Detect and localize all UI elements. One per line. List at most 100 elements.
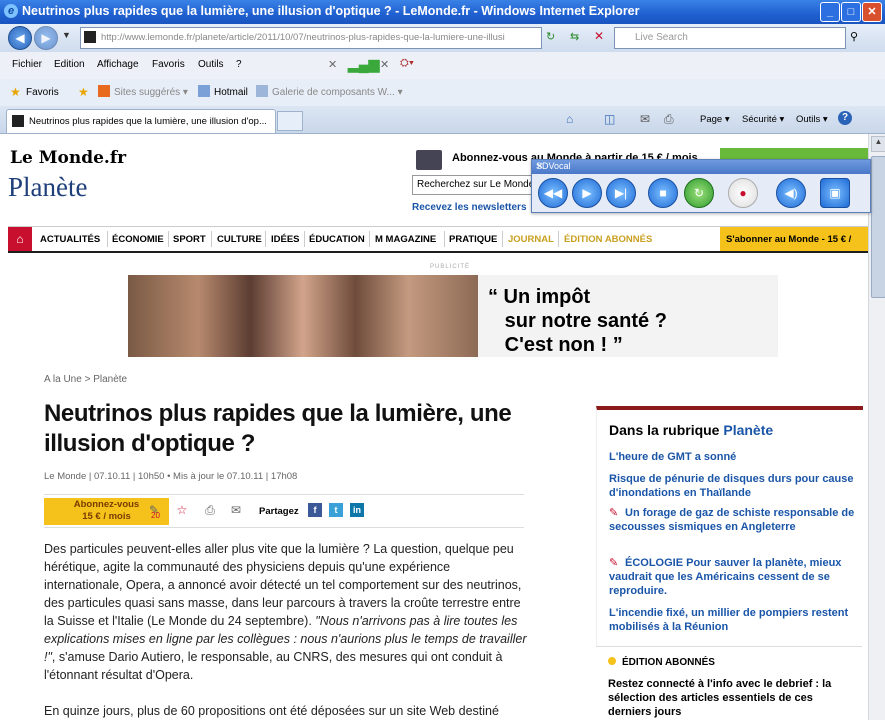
nav-separator — [369, 231, 370, 247]
breadcrumb[interactable]: A la Une > Planète — [44, 374, 127, 385]
nav-separator — [558, 231, 559, 247]
nav-separator — [444, 231, 445, 247]
tab-active[interactable]: Neutrinos plus rapides que la lumière, u… — [6, 109, 276, 133]
favorite-star-icon[interactable]: ☆ — [174, 503, 190, 519]
close-toolbar-icon-2[interactable]: ✕ — [380, 58, 389, 71]
nav-economie[interactable]: ÉCONOMIE — [112, 234, 164, 245]
article-toolbar: Abonnez-vous 15 € / mois ✎ 20 ☆ ⎙ ✉ Part… — [44, 494, 524, 528]
sidebar-link-3[interactable]: Un forage de gaz de schiste responsable … — [609, 506, 859, 534]
widget-close-button[interactable]: ✕ — [536, 161, 867, 172]
mail-icon[interactable]: ✉ — [640, 112, 650, 126]
close-toolbar-icon[interactable]: ✕ — [328, 58, 337, 71]
forward-button[interactable]: ▶ — [34, 26, 58, 50]
rewind-button[interactable]: ◀◀ — [538, 178, 568, 208]
refresh-icon[interactable]: ↻ — [546, 30, 555, 43]
home-nav-icon[interactable]: ⌂ — [8, 227, 32, 251]
abonnes-dot-icon — [608, 657, 616, 665]
url-field[interactable]: http://www.lemonde.fr/planete/article/20… — [80, 27, 542, 49]
search-icon[interactable]: ⚲ — [850, 30, 858, 43]
nav-education[interactable]: ÉDUCATION — [309, 234, 365, 245]
scroll-up-icon[interactable]: ▲ — [871, 136, 885, 152]
nav-edition-abonnes[interactable]: ÉDITION ABONNÉS — [564, 234, 652, 245]
gallery-link[interactable]: Galerie de composants W... ▾ — [272, 87, 403, 98]
sidebar-title: Dans la rubrique Planète — [609, 422, 773, 438]
ad-banner[interactable]: “ Un impôt sur notre santé ? C'est non !… — [128, 275, 778, 357]
menu-fichier[interactable]: Fichier — [12, 59, 42, 70]
back-button[interactable]: ◀ — [8, 26, 32, 50]
feeds-icon[interactable]: ◫ — [604, 112, 615, 126]
minimize-button[interactable]: _ — [820, 2, 840, 22]
url-text: http://www.lemonde.fr/planete/article/20… — [101, 32, 505, 43]
facebook-icon[interactable]: f — [308, 503, 322, 517]
close-button[interactable]: ✕ — [862, 2, 882, 22]
menu-outils[interactable]: Outils — [198, 59, 224, 70]
stop-button[interactable]: ■ — [648, 178, 678, 208]
favorites-button[interactable]: Favoris — [26, 87, 59, 98]
sdvocal-widget: SDVocal ✕ ◀◀ ▶ ▶| ■ ↻ ● ◀) ▣ — [531, 159, 871, 213]
ad-label: PUBLICITÉ — [430, 264, 471, 270]
sidebar-link-5[interactable]: L'incendie fixé, un millier de pompiers … — [609, 606, 859, 634]
subscribe-button[interactable]: S'abonner au Monde - 15 € / — [720, 227, 868, 251]
menu-help[interactable]: ? — [236, 59, 242, 70]
record-button[interactable]: ● — [728, 178, 758, 208]
nav-pratique[interactable]: PRATIQUE — [449, 234, 497, 245]
address-bar: ◀ ▶ ▼ http://www.lemonde.fr/planete/arti… — [0, 24, 885, 53]
read-selection-button[interactable]: ▶| — [606, 178, 636, 208]
nav-actualites[interactable]: ACTUALITÉS — [40, 234, 100, 245]
history-dropdown-icon[interactable]: ▼ — [62, 30, 71, 40]
tab-label: Neutrinos plus rapides que la lumière, u… — [29, 116, 267, 127]
menu-affichage[interactable]: Affichage — [97, 59, 139, 70]
menu-edition[interactable]: Edition — [54, 59, 85, 70]
menu-favoris[interactable]: Favoris — [152, 59, 185, 70]
scroll-thumb[interactable] — [871, 156, 885, 298]
nav-sport[interactable]: SPORT — [173, 234, 206, 245]
vertical-scrollbar[interactable]: ▲ — [868, 134, 885, 720]
hotmail-link[interactable]: Hotmail — [214, 87, 248, 98]
nav-idees[interactable]: IDÉES — [271, 234, 300, 245]
repeat-button[interactable]: ↻ — [684, 178, 714, 208]
sidebar-abonnes: ÉDITION ABONNÉS Restez connecté à l'info… — [596, 646, 862, 720]
sidebar-link-1[interactable]: L'heure de GMT a sonné — [609, 450, 859, 464]
lemonde-logo[interactable]: Le Monde.fr — [10, 148, 126, 168]
help-icon[interactable]: ? — [838, 111, 852, 125]
volume-button[interactable]: ◀) — [776, 178, 806, 208]
search-input[interactable]: Live Search — [614, 27, 846, 49]
settings-button[interactable]: ▣ — [820, 178, 850, 208]
email-article-icon[interactable]: ✉ — [228, 503, 244, 519]
new-tab-button[interactable] — [277, 111, 303, 131]
sidebar-link-4[interactable]: ÉCOLOGIE Pour sauver la planète, mieux v… — [609, 556, 859, 598]
tools-menu[interactable]: Outils ▾ — [796, 114, 828, 125]
newsletter-link[interactable]: Recevez les newsletters — [412, 202, 527, 213]
tab-favicon-icon — [12, 115, 24, 127]
favorites-bar: ★ Favoris ★ Sites suggérés ▾ Hotmail Gal… — [0, 79, 885, 107]
widget-header[interactable]: SDVocal ✕ — [532, 160, 870, 174]
nav-separator — [107, 231, 108, 247]
security-menu[interactable]: Sécurité ▾ — [742, 114, 784, 125]
add-favorite-icon[interactable]: ★ — [78, 85, 89, 99]
stop-icon[interactable]: ✕ — [594, 29, 604, 43]
abonnes-text[interactable]: Restez connecté à l'info avec le debrief… — [608, 677, 858, 719]
nav-culture[interactable]: CULTURE — [217, 234, 262, 245]
play-button[interactable]: ▶ — [572, 178, 602, 208]
home-icon[interactable]: ⌂ — [566, 112, 573, 126]
compat-icon[interactable]: ⇆ — [570, 30, 579, 43]
menu-bar: Fichier Edition Affichage Favoris Outils… — [0, 52, 885, 80]
comment-count: 20 — [151, 511, 160, 520]
linkedin-icon[interactable]: in — [350, 503, 364, 517]
window-title: Neutrinos plus rapides que la lumière, u… — [22, 4, 640, 18]
translate-icon[interactable]: ⛭▾ — [400, 57, 414, 70]
nav-journal[interactable]: JOURNAL — [508, 234, 554, 245]
sidebar-title-text: Dans la rubrique — [609, 422, 724, 438]
sidebar-title-link[interactable]: Planète — [723, 422, 773, 438]
tab-bar: Neutrinos plus rapides que la lumière, u… — [0, 106, 885, 134]
maximize-button[interactable]: □ — [841, 2, 861, 22]
print-article-icon[interactable]: ⎙ — [202, 503, 218, 519]
suggested-sites[interactable]: Sites suggérés ▾ — [114, 87, 188, 98]
twitter-icon[interactable]: t — [329, 503, 343, 517]
print-icon[interactable]: ⎙ — [664, 112, 674, 127]
gallery-icon — [256, 85, 268, 97]
sidebar-link-2[interactable]: Risque de pénurie de disques durs pour c… — [609, 472, 859, 500]
nav-m-magazine[interactable]: M MAGAZINE — [375, 234, 436, 245]
suggested-sites-icon — [98, 85, 110, 97]
page-menu[interactable]: Page ▾ — [700, 114, 730, 125]
